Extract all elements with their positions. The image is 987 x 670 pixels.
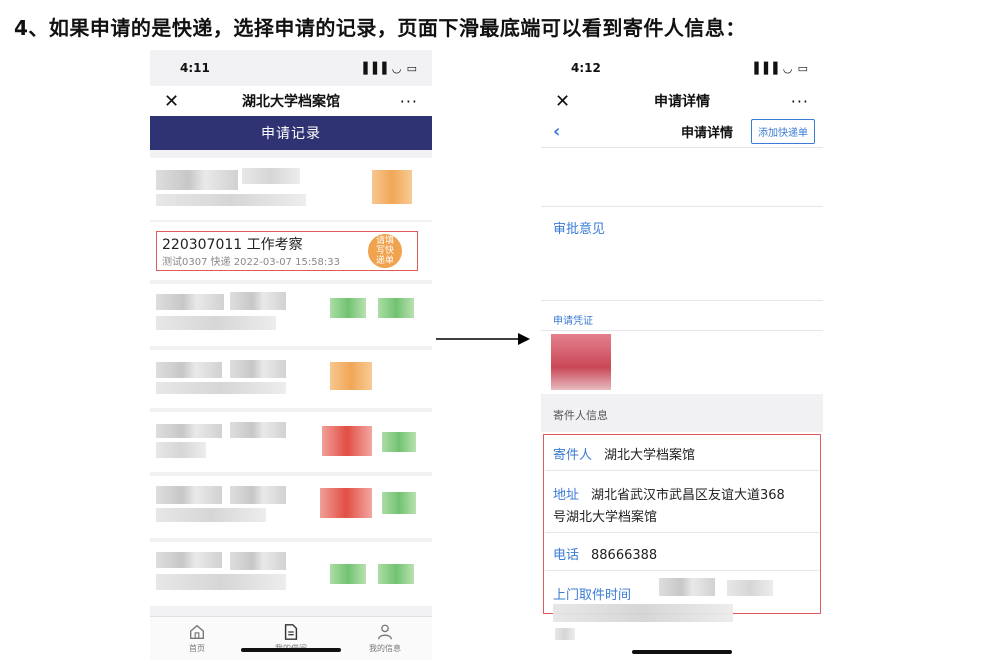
blurred-badge	[330, 362, 372, 390]
tab-label: 首页	[189, 644, 205, 653]
sender-name-value: 湖北大学档案馆	[604, 448, 696, 463]
sender-name-row: 寄件人 湖北大学档案馆	[553, 444, 695, 463]
list-item[interactable]	[150, 542, 432, 606]
status-bar: 4:12 ▐▐▐ ◡ ▭	[541, 50, 823, 86]
document-icon	[284, 624, 298, 640]
bottom-tab-bar: 首页 我的借阅 我的信息	[150, 616, 432, 660]
add-express-button[interactable]: 添加快递单	[750, 119, 815, 144]
close-icon[interactable]: ✕	[164, 91, 184, 112]
status-time: 4:12	[571, 61, 601, 75]
sender-name-key: 寄件人	[553, 448, 593, 463]
subnav-title: 申请详情	[680, 126, 733, 141]
blurred-text	[230, 292, 286, 310]
record-subtitle: 测试0307 快递 2022-03-07 15:58:33	[162, 257, 341, 268]
sender-phone-value: 88666388	[591, 548, 658, 563]
blurred-text	[156, 382, 286, 394]
tab-home[interactable]: 首页	[157, 623, 237, 654]
blurred-badge	[372, 170, 412, 204]
user-icon	[378, 624, 392, 640]
divider	[545, 570, 819, 571]
blurred-text	[156, 486, 222, 504]
blurred-badge	[382, 492, 416, 514]
status-bar: 4:11 ▐▐▐ ◡ ▭	[150, 50, 432, 86]
record-title: 220307011 工作考察	[162, 237, 303, 253]
blurred-badge	[378, 298, 414, 318]
sender-address-value-2: 号湖北大学档案馆	[553, 510, 658, 525]
blurred-badge	[322, 426, 372, 456]
approval-label: 审批意见	[553, 222, 606, 237]
divider	[545, 470, 819, 471]
blurred-text	[156, 316, 276, 330]
divider	[541, 330, 823, 331]
blurred-badge	[378, 564, 414, 584]
list-item[interactable]	[150, 284, 432, 346]
blurred-text	[156, 194, 306, 206]
status-icons: ▐▐▐ ◡ ▭	[359, 61, 418, 75]
sender-address-row: 地址 湖北省武汉市武昌区友谊大道368	[553, 484, 785, 503]
blurred-text	[242, 168, 300, 184]
blurred-text	[156, 362, 222, 378]
blurred-badge	[330, 298, 366, 318]
banner-title: 申请记录	[261, 126, 321, 142]
sender-phone-key: 电话	[553, 548, 580, 563]
home-indicator	[241, 648, 341, 652]
phone-screenshot-detail: 4:12 ▐▐▐ ◡ ▭ ✕ 申请详情 ··· ‹ 申请详情 添加快递单 审批意…	[541, 50, 823, 660]
tab-profile[interactable]: 我的信息	[345, 623, 425, 654]
home-icon	[190, 624, 204, 639]
voucher-image[interactable]	[551, 334, 611, 390]
more-icon[interactable]: ···	[398, 92, 418, 111]
blurred-text	[230, 422, 286, 438]
records-banner: 申请记录	[150, 116, 432, 150]
voucher-label: 申请凭证	[553, 316, 593, 327]
status-time: 4:11	[180, 61, 210, 75]
home-indicator	[632, 650, 732, 654]
pickup-time-key: 上门取件时间	[553, 588, 632, 603]
blurred-text	[553, 604, 733, 622]
blurred-badge	[330, 564, 366, 584]
blurred-text	[727, 580, 773, 596]
instruction-heading: 4、如果申请的是快递，选择申请的记录，页面下滑最底端可以看到寄件人信息：	[14, 16, 746, 40]
list-item[interactable]	[150, 476, 432, 538]
sender-address-value-1: 湖北省武汉市武昌区友谊大道368	[591, 488, 785, 503]
back-icon[interactable]: ‹	[553, 121, 583, 142]
blurred-text	[230, 486, 286, 504]
list-item[interactable]	[150, 350, 432, 408]
divider	[541, 300, 823, 301]
sender-address-key: 地址	[553, 488, 580, 503]
list-item[interactable]	[150, 158, 432, 220]
sender-section-title: 寄件人信息	[553, 409, 608, 422]
blurred-badge	[382, 432, 416, 452]
divider	[545, 532, 819, 533]
blurred-text	[230, 552, 286, 570]
blurred-badge	[320, 488, 372, 518]
blurred-text	[156, 294, 224, 310]
arrow-right-icon	[436, 333, 530, 345]
fill-express-badge[interactable]: 请填写快递单	[368, 234, 402, 268]
blurred-text	[156, 552, 222, 568]
pickup-time-row: 上门取件时间	[553, 584, 643, 603]
nav-bar: ✕ 湖北大学档案馆 ···	[150, 86, 432, 116]
phone-screenshot-records: 4:11 ▐▐▐ ◡ ▭ ✕ 湖北大学档案馆 ··· 申请记录 22030701…	[150, 50, 432, 660]
blurred-text	[156, 508, 266, 522]
blurred-text	[156, 442, 206, 458]
tab-label: 我的信息	[369, 644, 401, 653]
sender-phone-row: 电话 88666388	[553, 544, 657, 563]
list-item[interactable]	[150, 412, 432, 472]
status-icons: ▐▐▐ ◡ ▭	[750, 61, 809, 75]
blurred-text	[156, 170, 238, 190]
detail-subnav: ‹ 申请详情 添加快递单	[541, 116, 823, 148]
sender-address-row-cont: 号湖北大学档案馆	[553, 506, 657, 525]
close-icon[interactable]: ✕	[555, 91, 575, 112]
blurred-text	[156, 424, 222, 438]
nav-title: 申请详情	[654, 94, 710, 110]
blurred-text	[230, 360, 286, 378]
divider	[541, 206, 823, 207]
more-icon[interactable]: ···	[789, 92, 809, 111]
nav-bar: ✕ 申请详情 ···	[541, 86, 823, 116]
blurred-text	[156, 574, 286, 590]
blurred-text	[659, 578, 715, 596]
nav-title: 湖北大学档案馆	[242, 94, 340, 110]
blurred-text	[555, 628, 575, 640]
